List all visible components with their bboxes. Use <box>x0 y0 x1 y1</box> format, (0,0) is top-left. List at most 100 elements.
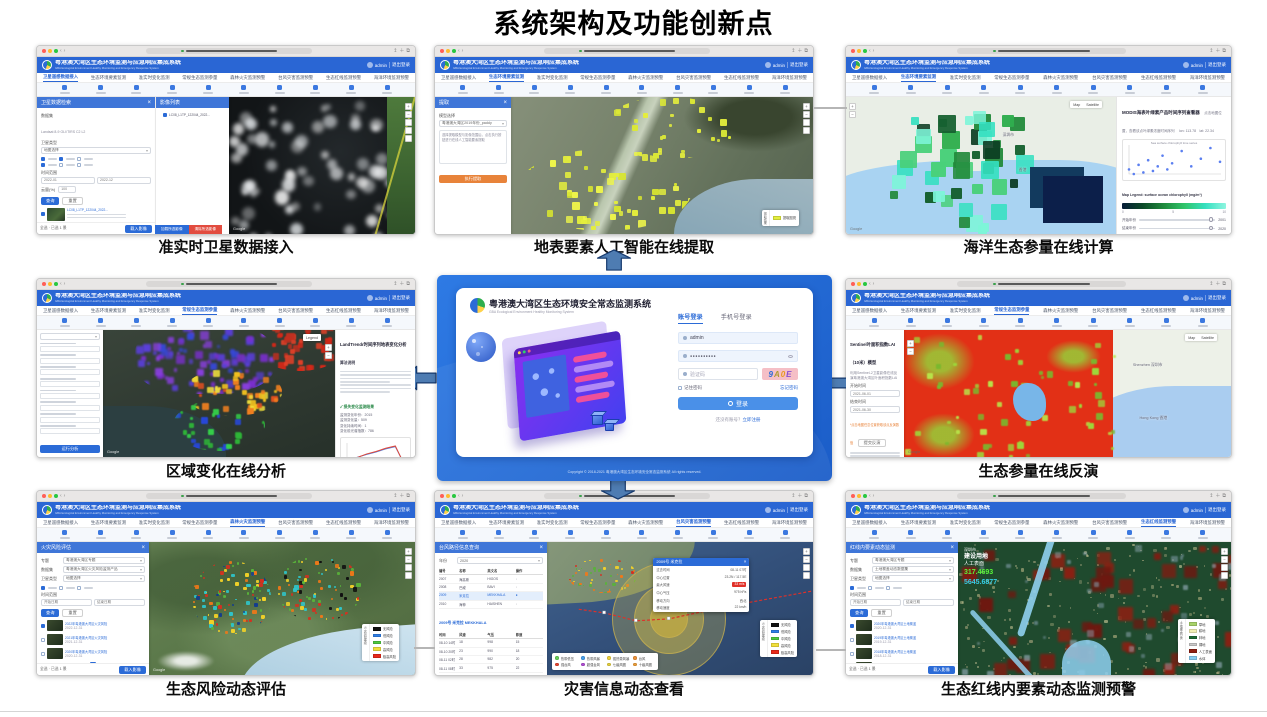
back-icon[interactable]: ‹ <box>60 49 62 54</box>
function-icon[interactable] <box>206 85 211 90</box>
function-icon[interactable] <box>1200 530 1205 535</box>
captcha-input[interactable]: 验证码 <box>678 368 758 380</box>
function-icon[interactable] <box>981 85 986 90</box>
back-icon[interactable]: ‹ <box>60 282 62 287</box>
logout-button[interactable]: 退出登录 <box>790 507 808 513</box>
nav-tab[interactable]: 常规生态监测参量 <box>182 520 217 526</box>
function-icon[interactable] <box>1127 530 1132 535</box>
function-icon[interactable] <box>1200 318 1205 323</box>
new-tab-icon[interactable]: ＋ <box>399 494 404 499</box>
function-icon[interactable] <box>1054 318 1059 323</box>
address-bar[interactable] <box>957 281 1126 287</box>
nav-tab[interactable]: 森林火灾监测预警 <box>230 308 265 314</box>
zoom-button[interactable] <box>863 49 867 53</box>
logout-button[interactable]: 退出登录 <box>392 507 410 513</box>
nav-tab[interactable]: 常规生态监测参量 <box>994 75 1029 81</box>
function-icon[interactable] <box>568 530 573 535</box>
nav-tab[interactable]: 卫星遥感数据接入 <box>852 75 887 81</box>
back-icon[interactable]: ‹ <box>869 494 871 499</box>
function-icon[interactable] <box>532 85 537 90</box>
nav-tab[interactable]: 森林火灾监测预警 <box>628 75 663 81</box>
zoom-button[interactable] <box>863 494 867 498</box>
function-icon[interactable] <box>460 85 465 90</box>
function-icon[interactable] <box>872 530 877 535</box>
close-icon[interactable]: × <box>503 100 507 106</box>
function-icon[interactable] <box>945 85 950 90</box>
load-basemap-button[interactable]: 载入影像 <box>125 225 152 233</box>
image-list-item[interactable]: LC08_L1TP_122044_2022... <box>160 111 225 119</box>
function-icon[interactable] <box>981 530 986 535</box>
share-icon[interactable]: ↥ <box>791 494 795 499</box>
function-icon[interactable] <box>170 530 175 535</box>
function-icon[interactable] <box>496 530 501 535</box>
p9-landcover-map[interactable]: 深圳市 建设用地 人工表面 317.4693 5645.6877 土地覆盖分类 … <box>958 542 1231 675</box>
function-icon[interactable] <box>604 530 609 535</box>
function-icon[interactable] <box>241 530 246 535</box>
minimize-button[interactable] <box>48 494 52 498</box>
function-icon[interactable] <box>277 85 282 90</box>
nav-tab[interactable]: 台风灾害监测预警 <box>278 75 313 81</box>
nav-tab[interactable]: 生态环境要素监测 <box>91 308 126 314</box>
tabs-icon[interactable]: ⧉ <box>406 49 410 54</box>
chlorophyll-scatter-chart[interactable]: Sea surface chlorophyll time series <box>1122 139 1226 181</box>
date-to-input[interactable]: 结束日期 <box>903 599 954 606</box>
nav-tab[interactable]: 卫星遥感数据接入 <box>441 520 476 526</box>
load-images-button[interactable]: 载入影像 <box>928 666 955 674</box>
forward-icon[interactable]: › <box>873 282 875 287</box>
nav-tab[interactable]: 生态环境要素监测 <box>901 74 936 82</box>
close-button[interactable] <box>440 494 444 498</box>
search-button[interactable]: 查询 <box>850 609 868 617</box>
address-bar[interactable] <box>146 48 312 54</box>
share-icon[interactable]: ↥ <box>393 49 397 54</box>
close-icon[interactable]: × <box>141 545 145 551</box>
scene-result-item[interactable]: LC08_L1TP_122044_2022... <box>41 208 151 221</box>
logout-button[interactable]: 退出登录 <box>790 62 808 68</box>
map-zoom-controls[interactable]: +− <box>405 103 412 142</box>
load-selected-button[interactable]: 加载所选影像 <box>155 225 189 234</box>
nav-tab[interactable]: 卫星遥感数据接入 <box>43 520 78 526</box>
forward-icon[interactable]: › <box>64 49 66 54</box>
tabs-icon[interactable]: ⧉ <box>1222 494 1226 499</box>
run-analysis-button[interactable]: 运行分析 <box>40 445 100 453</box>
p3-ocean-map[interactable]: 深圳市 香港 MapSatellite +− Google <box>846 97 1116 234</box>
close-button[interactable] <box>42 282 46 286</box>
nav-tab[interactable]: 卫星遥感数据接入 <box>43 74 78 82</box>
username-field[interactable]: admin <box>678 332 798 344</box>
nav-tab[interactable]: 森林火灾监测预警 <box>1043 308 1078 314</box>
table-row[interactable]: 08-10 14时1899815 <box>439 639 543 647</box>
function-icon[interactable] <box>1200 85 1205 90</box>
map-zoom-controls[interactable]: +− <box>849 103 856 118</box>
nav-tab[interactable]: 台风灾害监测预警 <box>676 519 711 527</box>
function-icon[interactable] <box>1018 318 1023 323</box>
nav-tab[interactable]: 海洋环境监测预警 <box>374 308 409 314</box>
forgot-password-link[interactable]: 忘记密码 <box>780 385 798 391</box>
parameter-field[interactable] <box>40 343 100 352</box>
new-tab-icon[interactable]: ＋ <box>399 282 404 287</box>
nav-tab[interactable]: 生态环境要素监测 <box>489 520 524 526</box>
nav-tab[interactable]: 卫星遥感数据接入 <box>43 308 78 314</box>
table-row[interactable]: 2010海神HAISHEN◦ <box>439 601 543 609</box>
nav-tab[interactable]: 生态红线监测预警 <box>1141 519 1176 527</box>
search-button[interactable]: 查询 <box>41 609 59 617</box>
dataset-select[interactable]: 粤港澳大湾区火灾风险监测产品▾ <box>63 566 145 573</box>
reset-button[interactable]: 重置 <box>62 197 82 205</box>
forward-icon[interactable]: › <box>64 282 66 287</box>
function-icon[interactable] <box>277 318 282 323</box>
zoom-button[interactable] <box>54 49 58 53</box>
date-from-input[interactable]: 开始日期 <box>41 599 92 606</box>
function-icon[interactable] <box>1127 318 1132 323</box>
nav-tab[interactable]: 生态红线监测预警 <box>326 75 361 81</box>
nav-tab[interactable]: 常规生态监测参量 <box>994 307 1029 315</box>
function-icon[interactable] <box>568 85 573 90</box>
function-icon[interactable] <box>134 85 139 90</box>
legend-toggle[interactable]: Legend <box>303 334 321 341</box>
minimize-button[interactable] <box>48 49 52 53</box>
satellite-select[interactable]: 地图选择▾ <box>41 147 151 154</box>
minimize-button[interactable] <box>857 494 861 498</box>
p8-typhoon-map[interactable]: 2009号 米克拉× 过去时间08-11 07时 中心位置23.2N / 117… <box>547 542 813 675</box>
function-icon[interactable] <box>313 318 318 323</box>
function-icon[interactable] <box>98 85 103 90</box>
nav-tab[interactable]: 准实时变化监测 <box>537 520 568 526</box>
close-button[interactable] <box>42 49 46 53</box>
function-icon[interactable] <box>1091 530 1096 535</box>
